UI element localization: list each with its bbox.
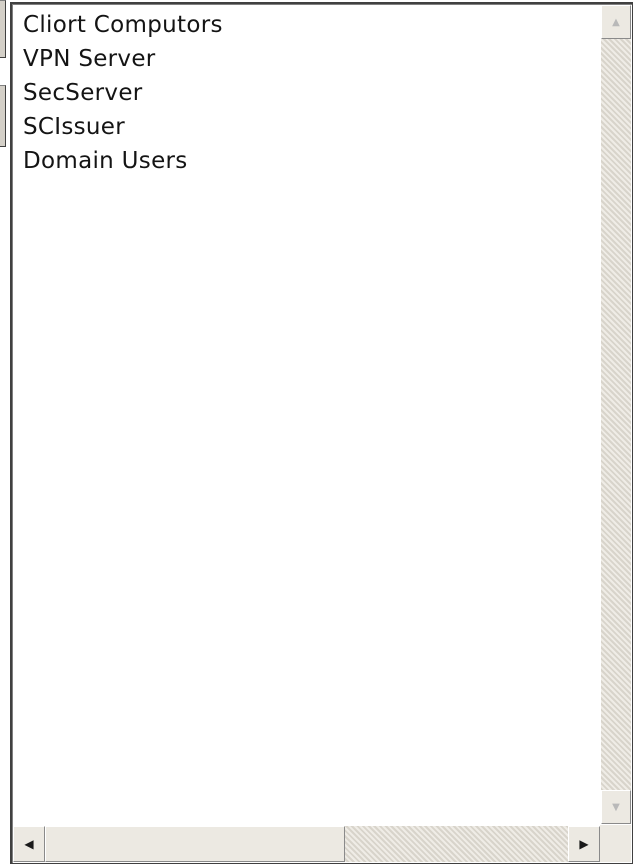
scroll-left-button[interactable]: ◀: [13, 826, 45, 862]
arrow-left-icon: ◀: [24, 837, 34, 851]
list-item[interactable]: SecServer: [23, 76, 592, 110]
group-list: Cliort Computors VPN Server SecServer SC…: [23, 8, 592, 178]
horizontal-scroll-thumb[interactable]: [45, 826, 345, 862]
list-item[interactable]: VPN Server: [23, 42, 592, 76]
group-listbox[interactable]: Cliort Computors VPN Server SecServer SC…: [10, 2, 633, 864]
arrow-right-icon: ▶: [579, 837, 589, 851]
arrow-up-icon: ▲: [612, 16, 620, 28]
left-edge-button-top[interactable]: [0, 0, 6, 58]
vertical-scrollbar[interactable]: ▲ ▼: [601, 5, 631, 824]
list-item[interactable]: SCIssuer: [23, 110, 592, 144]
list-item[interactable]: Cliort Computors: [23, 8, 592, 42]
window-fragment: Cliort Computors VPN Server SecServer SC…: [0, 0, 633, 866]
scroll-down-button[interactable]: ▼: [601, 790, 631, 824]
scroll-up-button[interactable]: ▲: [601, 5, 631, 39]
left-edge-button-middle[interactable]: [0, 85, 6, 147]
arrow-down-icon: ▼: [612, 801, 620, 813]
scrollbar-corner: [600, 825, 631, 862]
scroll-right-button[interactable]: ▶: [568, 826, 600, 862]
horizontal-scrollbar[interactable]: ◀ ▶: [13, 826, 600, 862]
list-item[interactable]: Domain Users: [23, 144, 592, 178]
left-edge-strip: [0, 0, 9, 866]
